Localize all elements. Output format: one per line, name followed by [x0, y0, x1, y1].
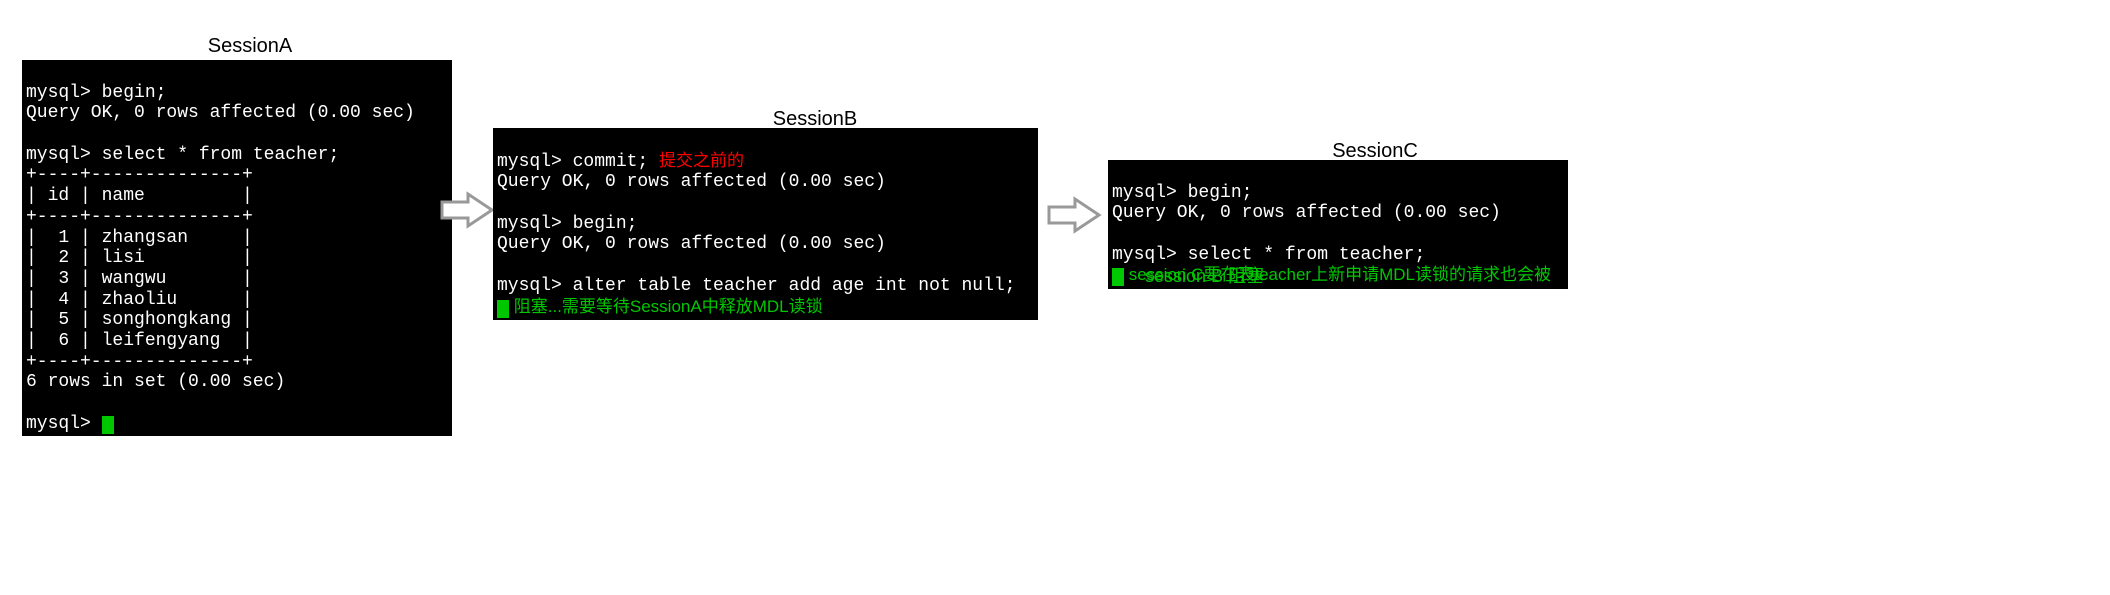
arrow-right-icon: [440, 190, 495, 230]
terminal-line: | id | name |: [26, 186, 253, 206]
terminal-line: Query OK, 0 rows affected (0.00 sec): [26, 103, 415, 123]
session-b-terminal: mysql> commit; 提交之前的 Query OK, 0 rows af…: [493, 128, 1038, 320]
terminal-line: +----+--------------+: [26, 165, 253, 185]
terminal-annotation-below: session B 阻塞: [1145, 262, 1264, 288]
terminal-line: Query OK, 0 rows affected (0.00 sec): [497, 172, 886, 192]
terminal-line: mysql> begin;: [26, 83, 166, 103]
terminal-line: Query OK, 0 rows affected (0.00 sec): [1112, 203, 1501, 223]
terminal-line: mysql> alter table teacher add age int n…: [497, 276, 1015, 296]
terminal-line: | 1 | zhangsan |: [26, 228, 253, 248]
session-a-terminal: mysql> begin; Query OK, 0 rows affected …: [22, 60, 452, 436]
terminal-line: mysql> begin;: [1112, 183, 1252, 203]
terminal-line: 6 rows in set (0.00 sec): [26, 372, 285, 392]
terminal-line: | 4 | zhaoliu |: [26, 290, 253, 310]
terminal-line: | 5 | songhongkang |: [26, 310, 253, 330]
terminal-line: | 2 | lisi |: [26, 248, 253, 268]
terminal-line: mysql> commit;: [497, 152, 648, 172]
terminal-line: mysql> select * from teacher;: [26, 145, 339, 165]
terminal-line: Query OK, 0 rows affected (0.00 sec): [497, 234, 886, 254]
terminal-annotation: 阻塞...需要等待SessionA中释放MDL读锁: [509, 297, 823, 316]
arrow-right-icon: [1047, 195, 1102, 235]
cursor-icon: [102, 416, 114, 434]
cursor-icon: [497, 300, 509, 318]
terminal-line: mysql>: [26, 414, 102, 434]
terminal-line: mysql> begin;: [497, 214, 637, 234]
terminal-annotation: 提交之前的: [659, 151, 744, 170]
terminal-line: | 3 | wangwu |: [26, 269, 253, 289]
terminal-line: | 6 | leifengyang |: [26, 331, 253, 351]
session-a-label: SessionA: [150, 35, 350, 58]
cursor-icon: [1112, 268, 1124, 286]
terminal-line: +----+--------------+: [26, 352, 253, 372]
terminal-line: +----+--------------+: [26, 207, 253, 227]
